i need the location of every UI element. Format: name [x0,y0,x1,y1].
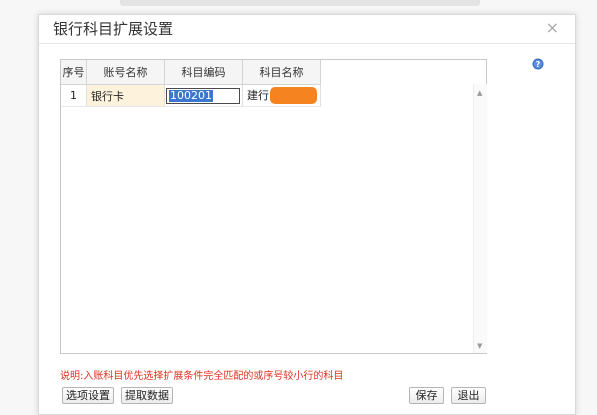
table-row[interactable]: 1 银行卡 100201 建行 [61,84,321,107]
svg-text:?: ? [536,60,541,69]
cell-subject-name[interactable]: 建行 [242,84,321,107]
exit-button[interactable]: 退出 [451,387,486,404]
fetch-data-button[interactable]: 提取数据 [121,387,173,404]
page-backdrop-right [576,0,597,415]
redaction-mark [270,87,317,105]
subject-grid: 序号 账号名称 科目编码 科目名称 1 银行卡 100201 100201 建行… [60,59,487,354]
cell-seq: 1 [61,84,87,107]
dialog-title: 银行科目扩展设置 [53,20,174,38]
grid-header-row: 序号 账号名称 科目编码 科目名称 [61,60,321,85]
column-header-subject-code[interactable]: 科目编码 [164,60,243,85]
subject-code-selected-text: 100201 [169,88,213,102]
close-icon[interactable]: × [546,18,559,37]
cell-account-name[interactable]: 银行卡 [86,84,165,107]
dialog-header: 银行科目扩展设置 × [39,15,575,44]
question-circle-icon[interactable]: ? [532,58,544,70]
column-header-subject-name[interactable]: 科目名称 [242,60,321,85]
option-settings-button[interactable]: 选项设置 [62,387,114,404]
backdrop-blurred-text [120,0,480,6]
page-backdrop-top [0,0,597,14]
column-header-seq[interactable]: 序号 [61,60,87,85]
instruction-note: 说明:入账科目优先选择扩展条件完全匹配的或序号较小行的科目 [60,371,344,382]
scroll-up-arrow-icon[interactable]: ▲ [477,89,482,97]
scroll-down-arrow-icon[interactable]: ▼ [477,342,482,350]
bank-subject-extension-dialog: 银行科目扩展设置 × ? 序号 账号名称 科目编码 科目名称 1 银行卡 100… [38,14,576,415]
subject-code-editor[interactable]: 100201 [166,87,240,104]
grid-table: 序号 账号名称 科目编码 科目名称 1 银行卡 100201 100201 建行 [61,60,321,107]
subject-name-text: 建行 [247,88,269,102]
save-button[interactable]: 保存 [409,387,444,404]
page-backdrop-left [0,0,38,415]
column-header-account-name[interactable]: 账号名称 [86,60,165,85]
grid-vertical-scrollbar[interactable]: ▲ ▼ [473,84,487,353]
cell-subject-code[interactable]: 100201 [164,84,243,107]
